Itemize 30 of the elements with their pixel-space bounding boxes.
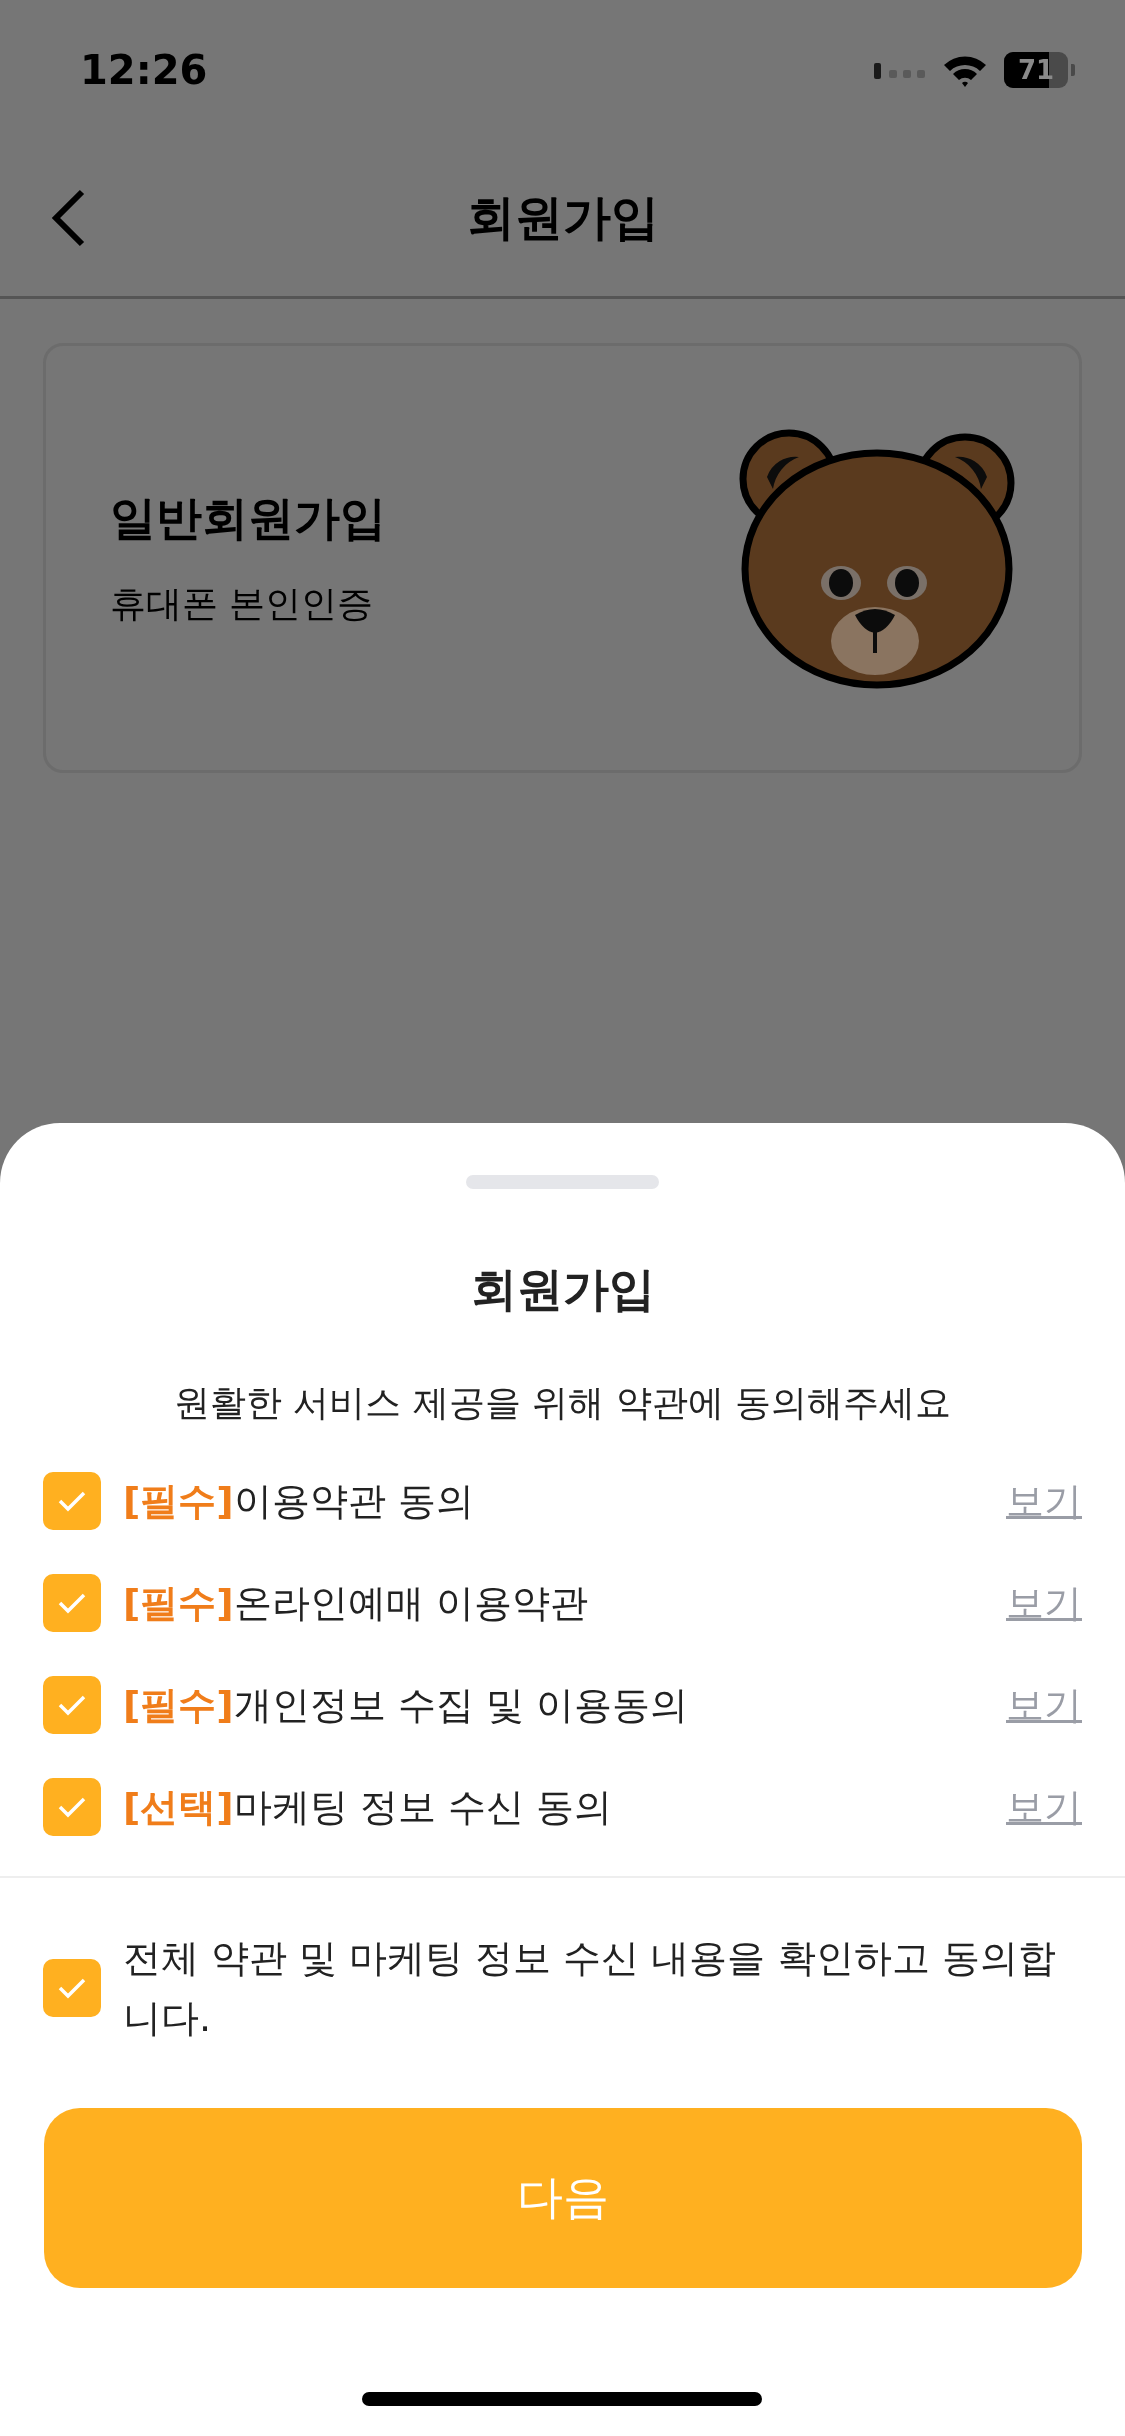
term-label: [필수]온라인예매 이용약관 — [123, 1579, 589, 1627]
term-label: [필수]개인정보 수집 및 이용동의 — [123, 1681, 689, 1729]
view-link[interactable]: 보기 — [1006, 1577, 1082, 1629]
status-time: 12:26 — [80, 47, 208, 93]
drag-handle[interactable] — [466, 1175, 659, 1189]
next-button[interactable]: 다음 — [43, 2108, 1082, 2288]
view-link[interactable]: 보기 — [1006, 1475, 1082, 1527]
check-icon — [58, 1694, 86, 1716]
checkbox[interactable] — [43, 1778, 101, 1836]
check-icon — [58, 1796, 86, 1818]
view-link[interactable]: 보기 — [1006, 1781, 1082, 1833]
signal-icon — [874, 61, 926, 79]
checkbox[interactable] — [43, 1959, 101, 2017]
wifi-icon — [942, 53, 988, 87]
sheet-subtitle: 원활한 서비스 제공을 위해 약관에 동의해주세요 — [173, 1381, 952, 1425]
check-icon — [58, 1592, 86, 1614]
checkbox[interactable] — [43, 1472, 101, 1530]
check-icon — [58, 1977, 86, 1999]
sheet-title: 회원가입 — [470, 1261, 655, 1318]
term-label: [선택]마케팅 정보 수신 동의 — [123, 1783, 613, 1831]
check-icon — [58, 1490, 86, 1512]
card-subtitle: 휴대폰 본인인증 — [110, 581, 375, 626]
checkbox[interactable] — [43, 1574, 101, 1632]
view-link[interactable]: 보기 — [1006, 1679, 1082, 1731]
card-title: 일반회원가입 — [110, 489, 386, 547]
page-title: 회원가입 — [466, 188, 659, 247]
agree-all-label: 전체 약관 및 마케팅 정보 수신 내용을 확인하고 동의합니다. — [123, 1935, 1057, 2042]
checkbox[interactable] — [43, 1676, 101, 1734]
term-label: [필수]이용약관 동의 — [123, 1477, 475, 1525]
signup-card[interactable]: 일반회원가입 휴대폰 본인인증 — [43, 343, 1082, 773]
